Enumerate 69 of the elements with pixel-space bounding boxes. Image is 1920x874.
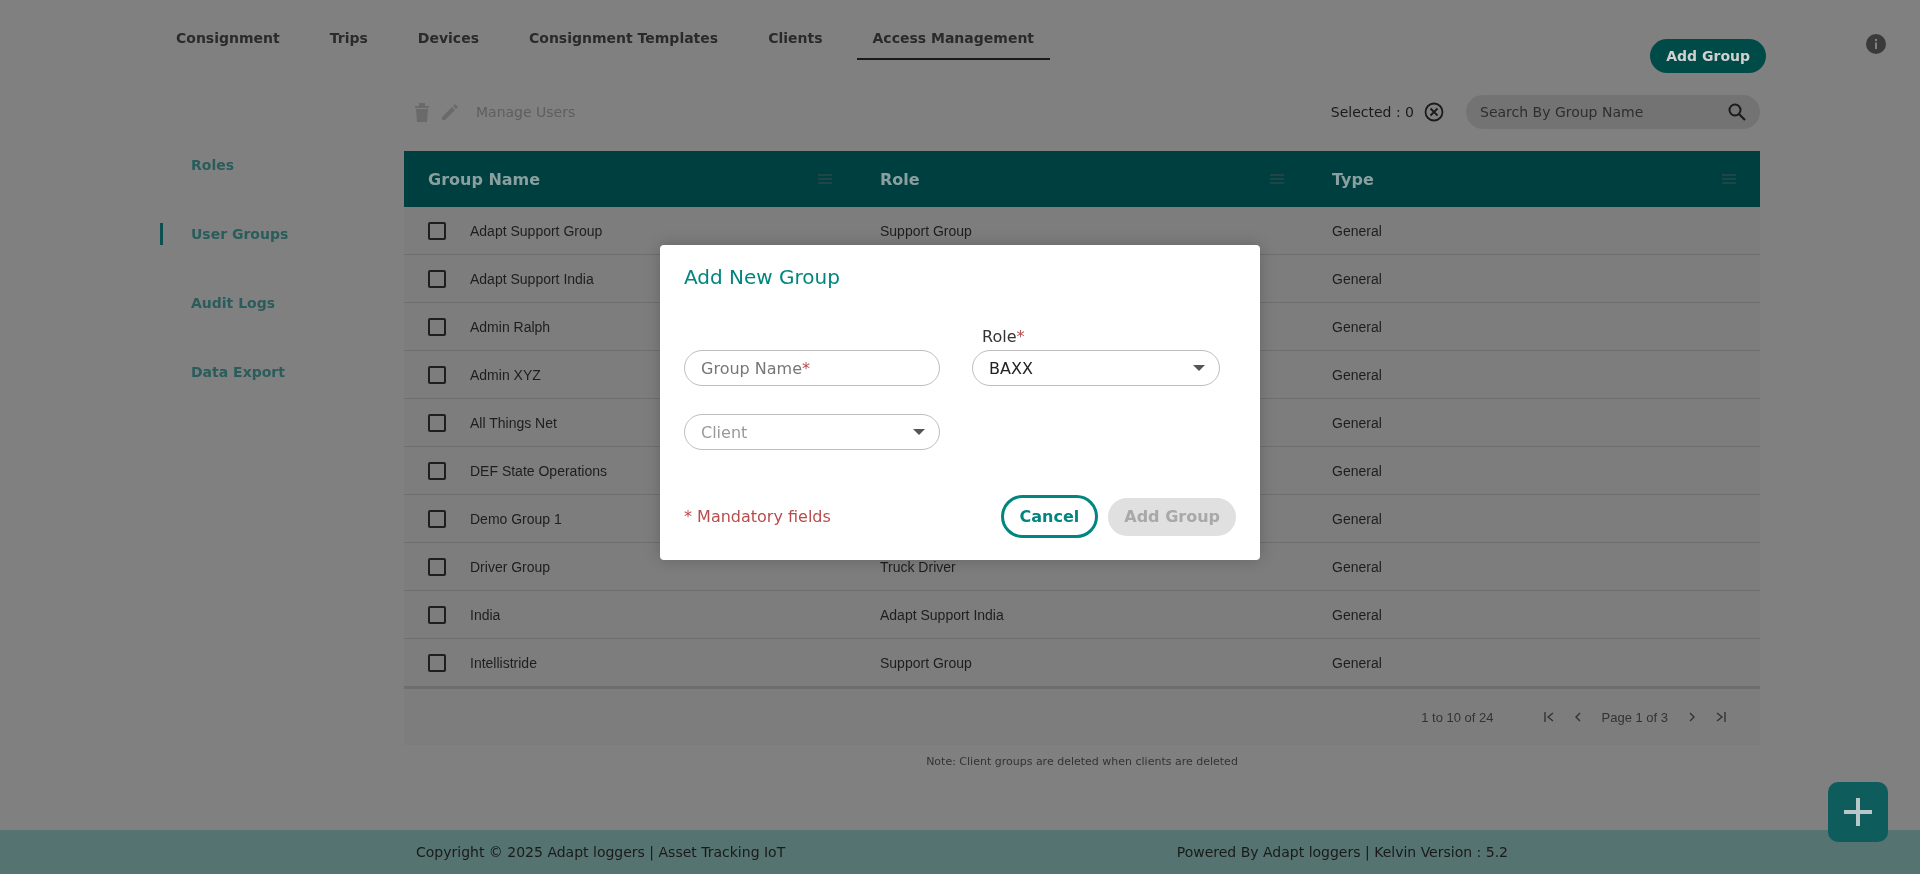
row-checkbox[interactable] bbox=[428, 413, 446, 432]
page-indicator: Page 1 of 3 bbox=[1601, 709, 1668, 725]
dialog-title: Add New Group bbox=[684, 265, 841, 289]
nav-tab[interactable]: Access Management bbox=[856, 0, 1051, 60]
table-cell: Adapt Support Group bbox=[470, 222, 603, 239]
previous-page-icon[interactable] bbox=[1573, 712, 1582, 722]
nav-tab[interactable]: Devices bbox=[401, 0, 495, 60]
column-header[interactable]: Role bbox=[856, 151, 1308, 207]
table-cell: General bbox=[1332, 606, 1382, 623]
table-cell: Support Group bbox=[880, 654, 972, 671]
first-page-icon[interactable] bbox=[1543, 712, 1554, 722]
dropdown-caret-icon bbox=[1193, 365, 1205, 371]
add-group-button[interactable]: Add Group bbox=[1650, 39, 1766, 73]
table-cell: Admin XYZ bbox=[470, 366, 541, 383]
version-text: Powered By Adapt loggers | Kelvin Version : 5.2 bbox=[1176, 844, 1508, 860]
row-checkbox[interactable] bbox=[428, 461, 446, 480]
column-header[interactable]: Type bbox=[1308, 151, 1760, 207]
table-cell: Demo Group 1 bbox=[470, 510, 562, 527]
sidebar-item[interactable]: Roles bbox=[160, 154, 404, 176]
table-cell: DEF State Operations bbox=[470, 462, 607, 479]
selected-count: Selected : 0 bbox=[1330, 104, 1414, 120]
table-cell: General bbox=[1332, 366, 1382, 383]
page-range: 1 to 10 of 24 bbox=[1421, 709, 1494, 725]
table-cell: General bbox=[1332, 510, 1382, 527]
table-cell: Adapt Support India bbox=[880, 606, 1004, 623]
mandatory-note: * Mandatory fields bbox=[684, 507, 831, 526]
table-cell: India bbox=[470, 606, 501, 623]
row-checkbox[interactable] bbox=[428, 317, 446, 336]
row-checkbox[interactable] bbox=[428, 269, 446, 288]
note-text: Note: Client groups are deleted when clients are deleted bbox=[925, 755, 1239, 768]
row-checkbox[interactable] bbox=[428, 605, 446, 624]
table-cell: General bbox=[1332, 462, 1382, 479]
row-checkbox[interactable] bbox=[428, 365, 446, 384]
dropdown-caret-icon bbox=[913, 429, 925, 435]
table-cell: General bbox=[1332, 558, 1382, 575]
row-checkbox[interactable] bbox=[428, 653, 446, 672]
add-fab-button[interactable] bbox=[1828, 782, 1888, 842]
table-cell: Support Group bbox=[880, 222, 972, 239]
table-cell: Driver Group bbox=[470, 558, 551, 575]
row-checkbox[interactable] bbox=[428, 221, 446, 240]
plus-icon bbox=[1842, 796, 1874, 828]
sidebar-item[interactable]: Data Export bbox=[160, 361, 404, 383]
row-checkbox[interactable] bbox=[428, 557, 446, 576]
table-cell: General bbox=[1332, 222, 1382, 239]
column-header[interactable]: Group Name bbox=[404, 151, 856, 207]
table-cell: Truck Driver bbox=[880, 558, 956, 575]
nav-tab[interactable]: Clients bbox=[752, 0, 839, 60]
cancel-button[interactable]: Cancel bbox=[1000, 495, 1099, 538]
nav-tab[interactable]: Trips bbox=[313, 0, 384, 60]
table-cell: Admin Ralph bbox=[470, 318, 551, 335]
search-icon[interactable] bbox=[1728, 103, 1746, 121]
table-cell: Adapt Support India bbox=[470, 270, 594, 287]
table-cell: All Things Net bbox=[470, 414, 557, 431]
copyright-text: Copyright © 2025 Adapt loggers | Asset Tracking IoT bbox=[416, 844, 786, 860]
last-page-icon[interactable] bbox=[1716, 712, 1726, 722]
next-page-icon[interactable] bbox=[1688, 712, 1696, 722]
info-icon[interactable] bbox=[1866, 34, 1886, 54]
search-field[interactable]: Search By Group Name bbox=[1466, 95, 1760, 129]
nav-tab[interactable]: Consignment bbox=[160, 0, 296, 60]
table-cell: General bbox=[1332, 318, 1382, 335]
role-label: Role* bbox=[982, 327, 1026, 346]
nav-tab[interactable]: Consignment Templates bbox=[513, 0, 735, 60]
table-cell: General bbox=[1332, 414, 1382, 431]
table-cell: General bbox=[1332, 654, 1382, 671]
clear-selection-icon[interactable] bbox=[1424, 102, 1444, 122]
table-cell: General bbox=[1332, 270, 1382, 287]
row-checkbox[interactable] bbox=[428, 509, 446, 528]
table-cell: Intellistride bbox=[470, 654, 537, 671]
sidebar-item[interactable]: Audit Logs bbox=[160, 292, 404, 314]
